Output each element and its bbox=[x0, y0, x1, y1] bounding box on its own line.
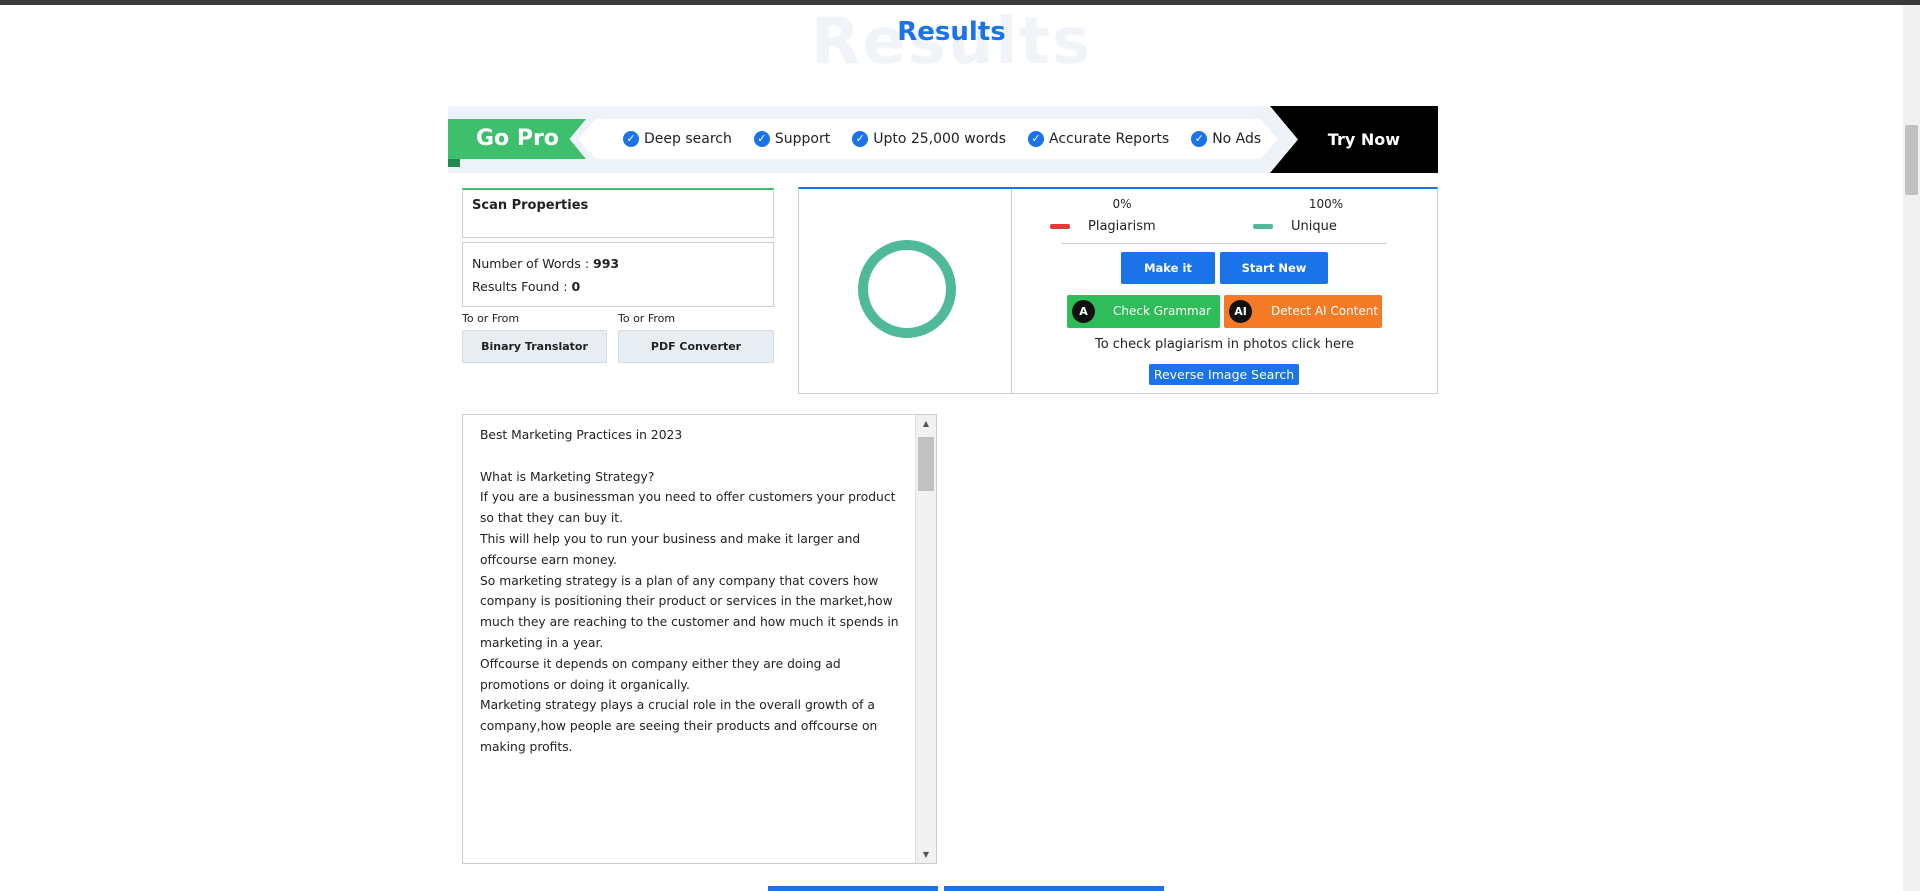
document-line: Offcourse it depends on company either t… bbox=[480, 656, 841, 692]
feature-label: No Ads bbox=[1212, 131, 1262, 147]
document-line: Best Marketing Practices in 2023 bbox=[480, 428, 683, 442]
pro-feature-list: ✓ Deep search ✓ Support ✓ Upto 25,000 words… bbox=[623, 127, 1261, 151]
check-icon: ✓ bbox=[753, 131, 770, 147]
pro-feature: ✓ Support bbox=[753, 131, 831, 147]
results-header: Results Results bbox=[0, 5, 1903, 79]
page-title: Results bbox=[897, 17, 1006, 47]
textarea-scrollbar[interactable]: ▲ ▼ bbox=[915, 415, 936, 863]
start-new-search-button[interactable]: Start New Search bbox=[1220, 252, 1328, 307]
donut-column bbox=[799, 189, 1012, 394]
unique-swatch bbox=[1253, 224, 1273, 229]
photo-plagiarism-text[interactable]: To check plagiarism in photos click here bbox=[1012, 337, 1437, 352]
page-scroll-thumb[interactable] bbox=[1905, 125, 1918, 195]
go-pro-fold bbox=[448, 159, 460, 167]
document-line: So marketing strategy is a plan of any c… bbox=[480, 573, 899, 650]
unique-percent: 100% bbox=[1308, 197, 1344, 211]
pro-feature: ✓ No Ads bbox=[1191, 131, 1261, 147]
document-line bbox=[480, 446, 900, 467]
feature-label: Accurate Reports bbox=[1048, 131, 1170, 147]
check-icon: ✓ bbox=[623, 131, 639, 147]
result-panel: 0% 100% Plagiarism Unique Make it Unique… bbox=[798, 187, 1438, 394]
document-text: Best Marketing Practices in 2023 What is… bbox=[480, 425, 900, 758]
scroll-up-icon[interactable]: ▲ bbox=[916, 419, 936, 428]
results-found: Results Found : 0 bbox=[472, 275, 764, 298]
document-line: Marketing strategy plays a crucial role … bbox=[480, 698, 878, 754]
plagiarism-legend: Plagiarism bbox=[1050, 219, 1156, 234]
unique-legend: Unique bbox=[1253, 219, 1337, 234]
word-count-value: 993 bbox=[593, 256, 620, 271]
try-now-button[interactable]: Try Now bbox=[1270, 106, 1438, 173]
scroll-down-icon[interactable]: ▼ bbox=[916, 850, 936, 859]
unique-label: Unique bbox=[1291, 219, 1337, 234]
bottom-button-edge[interactable] bbox=[944, 886, 1164, 891]
page-scrollbar[interactable] bbox=[1903, 5, 1920, 891]
results-found-label: Results Found : bbox=[472, 279, 572, 294]
go-pro-banner: Go Pro ✓ Deep search ✓ Support ✓ Upto 25,00… bbox=[448, 106, 1438, 173]
check-grammar-label: Check Grammar bbox=[1113, 304, 1211, 318]
result-donut-chart bbox=[858, 240, 956, 338]
scan-properties-heading: Scan Properties bbox=[462, 188, 774, 238]
plagiarism-percent: 0% bbox=[1112, 197, 1132, 211]
check-grammar-button[interactable]: A Check Grammar bbox=[1067, 295, 1220, 328]
grammar-icon: A bbox=[1072, 300, 1095, 323]
word-count-label: Number of Words : bbox=[472, 256, 594, 271]
feature-label: Upto 25,000 words bbox=[873, 131, 1006, 147]
feature-label: Deep search bbox=[644, 131, 732, 147]
pro-feature: ✓ Upto 25,000 words bbox=[852, 131, 1006, 147]
converter-label: To or From bbox=[618, 312, 676, 325]
feature-label: Support bbox=[774, 131, 831, 147]
detect-ai-button[interactable]: AI Detect AI Content bbox=[1224, 295, 1382, 328]
check-icon: ✓ bbox=[1191, 131, 1208, 147]
word-count: Number of Words : 993 bbox=[472, 252, 764, 275]
document-line: What is Marketing Strategy? bbox=[480, 469, 655, 484]
ai-icon: AI bbox=[1229, 300, 1252, 323]
scan-stats: Number of Words : 993 Results Found : 0 bbox=[462, 242, 774, 307]
converter-label: To or From bbox=[462, 312, 520, 325]
plagiarism-swatch bbox=[1050, 224, 1070, 229]
pro-feature: ✓ Accurate Reports bbox=[1027, 131, 1170, 147]
pro-feature: ✓ Deep search bbox=[623, 131, 732, 147]
check-icon: ✓ bbox=[852, 131, 869, 147]
reverse-image-search-button[interactable]: Reverse Image Search bbox=[1149, 364, 1299, 385]
document-line: If you are a businessman you need to off… bbox=[480, 490, 896, 526]
binary-translator-button[interactable]: Binary Translator bbox=[462, 330, 607, 363]
pdf-converter-button[interactable]: PDF Converter bbox=[618, 330, 774, 363]
check-icon: ✓ bbox=[1027, 131, 1044, 147]
go-pro-badge[interactable]: Go Pro bbox=[448, 119, 586, 159]
textarea-scroll-thumb[interactable] bbox=[918, 437, 934, 491]
document-textarea[interactable]: Best Marketing Practices in 2023 What is… bbox=[462, 414, 937, 864]
make-unique-button[interactable]: Make it Unique bbox=[1121, 252, 1215, 307]
unique-ring bbox=[858, 240, 956, 338]
document-line: This will help you to run your business … bbox=[480, 531, 861, 567]
bottom-button-edge[interactable] bbox=[768, 886, 938, 891]
plagiarism-label: Plagiarism bbox=[1088, 219, 1156, 234]
result-divider bbox=[1061, 243, 1387, 244]
detect-ai-label: Detect AI Content bbox=[1271, 304, 1379, 318]
results-found-value: 0 bbox=[571, 279, 581, 294]
